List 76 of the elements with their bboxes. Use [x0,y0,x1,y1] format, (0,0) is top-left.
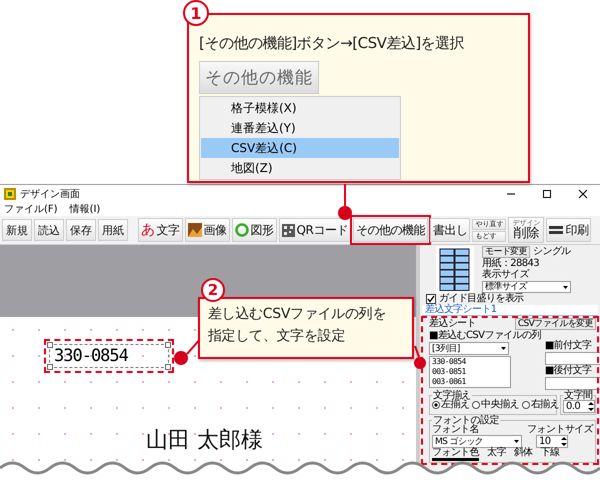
toolbar-button[interactable]: 読込 [34,219,64,241]
radio-button[interactable] [472,401,480,409]
input-field[interactable] [544,377,600,390]
menu-item[interactable]: CSV差込(C) [201,138,399,158]
leader-line [414,346,420,358]
list-box[interactable]: 330-0854 003-0851 003-0861 [429,356,511,388]
circle-icon [234,223,248,237]
text-frame[interactable]: 330-0854 [49,344,169,368]
toolbar-button[interactable]: 用紙 [98,219,128,241]
mode-text: シングル [533,247,571,257]
input-field[interactable] [544,352,600,365]
menu-item[interactable]: 連番差込(Y) [201,118,399,138]
style-option[interactable]: 斜体 [514,448,533,461]
toolbar-button[interactable]: 新規 [2,219,32,241]
menu-item[interactable]: 格子模様(X) [201,98,399,118]
menu-item[interactable]: 地図(Z) [201,158,399,178]
paper-text: 用紙：28843 [482,259,540,269]
toolbar-button[interactable]: 印刷 [546,218,592,242]
toolbar-button[interactable]: 保存 [66,219,96,241]
window-title: デザイン画面 [20,188,80,200]
number-field[interactable]: 0.0 [562,400,595,413]
field-label: ■前付文字 [544,341,592,351]
printer-icon [549,224,564,236]
spin-arrows-icon [561,437,567,446]
checkbox[interactable] [426,294,436,304]
style-option[interactable]: 下線 [540,448,560,461]
list-item[interactable]: 003-0851 [432,367,510,377]
list-item[interactable]: 330-0854 [432,357,510,367]
toolbar-button[interactable]: 書出し [430,218,470,242]
addressee-text: 山田 太郎様 [146,427,263,455]
step-number-badge: 1 [183,0,209,26]
radio-label: 右揃え [530,400,560,410]
csv-change-button[interactable]: CSVファイルを変更 [514,318,596,330]
marker-dot [414,357,426,369]
radio-label: 中央揃え [481,400,519,410]
menu-item[interactable]: ファイル(F) [4,202,58,216]
callout-text: 差し込むCSVファイルの列を指定して、文字を設定 [198,297,414,359]
check-icon [427,295,435,303]
app-icon [4,188,16,200]
group-label: フォントの設定 [432,416,500,425]
font-dropdown[interactable]: MS ゴシック [432,435,522,448]
group-label: 差込シート [429,319,476,329]
group-label: 文字間 [562,391,594,400]
style-option[interactable]: 太字 [487,448,506,461]
image-icon [188,223,202,237]
close-icon[interactable] [578,188,588,198]
instruction-text: [その他の機能]ボタン→[CSV差込]を選択 [199,34,464,53]
font-color-button[interactable]: フォント色 [432,448,480,461]
menu-item[interactable]: 情報(I) [70,202,100,216]
sheet-tab[interactable]: 差込文字シート1 [422,305,598,316]
spin-arrows-icon [588,402,594,411]
toolbar-button[interactable]: その他の機能 [352,218,428,242]
checkbox-label: ガイド目盛りを表示 [439,294,524,304]
number-field[interactable]: 10 [536,435,568,448]
radio-label: 左揃え [441,400,470,410]
toolbar-button[interactable]: QRコード [278,218,351,242]
display-size-dropdown[interactable]: 標準サイズ [482,281,571,293]
toolbar-button[interactable]: 図形 [232,218,276,242]
label-sheet-drawing [439,248,471,292]
marker-dot [338,206,352,220]
column-dropdown[interactable]: [3列目] [429,342,509,355]
maximize-icon[interactable] [542,188,552,198]
mode-button[interactable]: モード変更 [482,246,530,258]
list-item[interactable]: 003-0861 [432,377,510,387]
radio-button[interactable] [522,401,530,409]
qr-code-icon [282,224,294,236]
group-label: 文字揃え [432,391,472,400]
field-label: ■差込むCSVファイルの列 [429,331,541,341]
field-label: フォント名 [432,425,480,435]
field-label: フォントサイズ [527,425,593,435]
button-image: その他の機能 [199,61,319,94]
toolbar-button[interactable]: 画像 [184,218,230,242]
display-size-label: 表示サイズ [482,270,530,280]
toolbar-button[interactable]: あ 文字 [138,218,182,242]
field-label: ■後付文字 [544,366,592,376]
radio-button[interactable] [432,401,440,409]
